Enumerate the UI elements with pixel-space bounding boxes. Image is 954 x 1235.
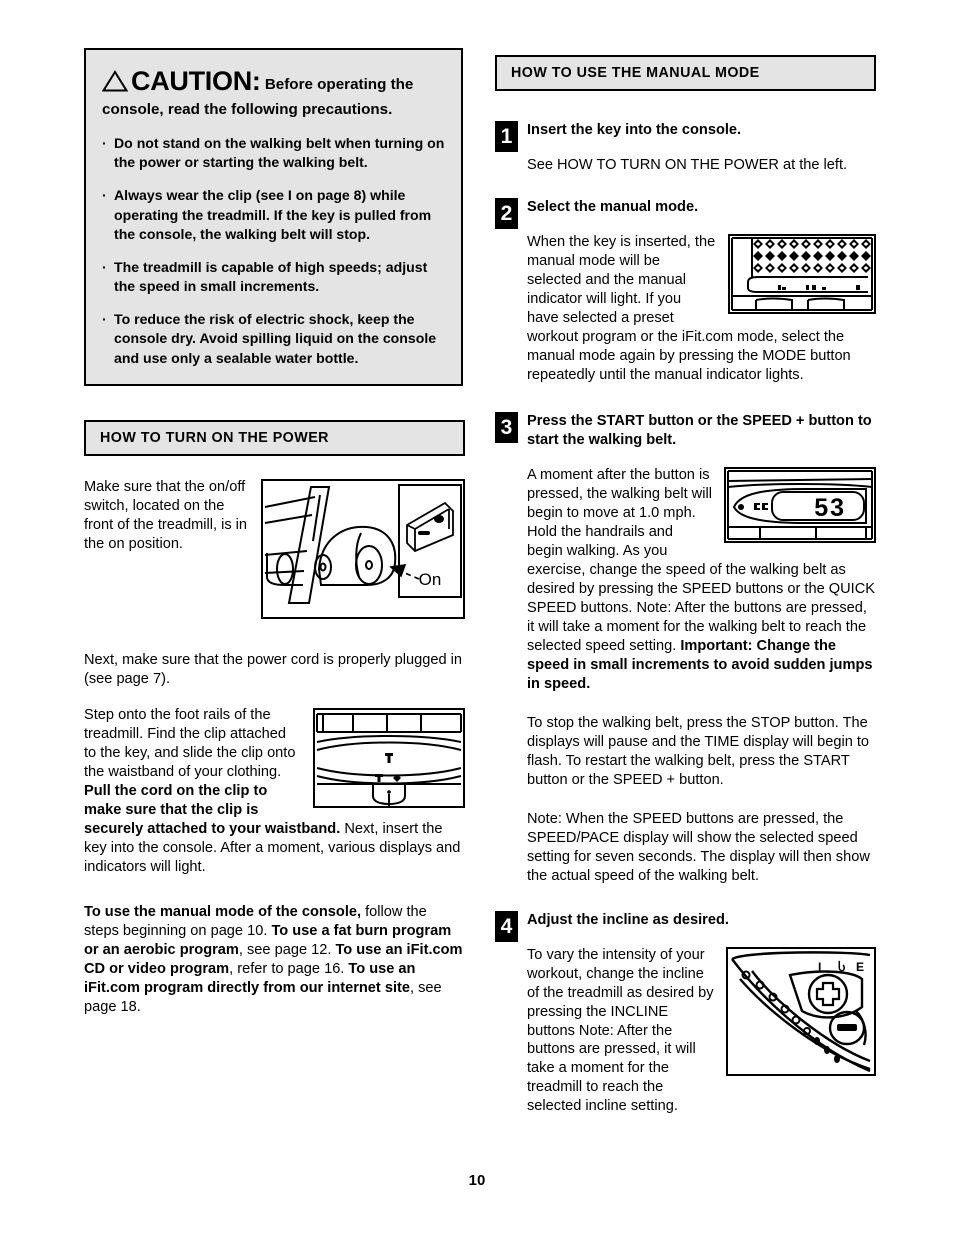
- caution-item-text: To reduce the risk of electric shock, ke…: [114, 311, 437, 366]
- bullet-icon: ·: [102, 187, 107, 204]
- power-p4-norm-3: , refer to page 16.: [229, 960, 349, 977]
- caution-item-text: Do not stand on the walking belt when tu…: [114, 135, 445, 171]
- caution-item-text: Always wear the clip (see I on page 8) w…: [114, 187, 432, 242]
- caution-word: CAUTION: [131, 66, 252, 96]
- page-number: 10: [468, 1172, 486, 1189]
- clip-and-key-illustration: [313, 707, 465, 808]
- step-number-badge: 1: [495, 121, 518, 152]
- caution-item: · Always wear the clip (see I on page 8) …: [102, 186, 445, 243]
- caution-list: · Do not stand on the walking belt when t…: [102, 134, 445, 368]
- bullet-icon: ·: [102, 258, 107, 275]
- step-4-title: Adjust the incline as desired.: [527, 911, 729, 928]
- power-paragraph-2: Next, make sure that the power cord is p…: [84, 652, 463, 687]
- power-p3-part-a: Step onto the foot rails of the treadmil…: [84, 706, 296, 780]
- caution-heading: CAUTION: Before operating the console, r…: [101, 64, 445, 120]
- step-number-badge: 2: [495, 198, 518, 230]
- console-matrix-display-illustration: [728, 234, 876, 315]
- bullet-icon: ·: [102, 311, 107, 328]
- treadmill-power-switch-illustration: On: [261, 479, 465, 619]
- caution-item: · The treadmill is capable of high speeds…: [102, 258, 445, 296]
- warning-triangle-icon: [101, 70, 129, 98]
- incline-label-1: I: [818, 960, 821, 974]
- speed-display-illustration: 53: [724, 467, 876, 544]
- step-number-badge: 4: [495, 910, 518, 942]
- power-p4-norm-2: , see page 12.: [238, 941, 336, 958]
- manual-page: CAUTION: Before operating the console, r…: [0, 0, 954, 1235]
- incline-label-3: E: [856, 960, 864, 974]
- step-3-title: Press the START button or the SPEED + bu…: [527, 412, 872, 449]
- power-section: HOW TO TURN ON THE POWER On Make sure th…: [84, 420, 465, 1016]
- step-1-body: See HOW TO TURN ON THE POWER at the left…: [527, 157, 848, 174]
- bullet-icon: ·: [102, 135, 107, 152]
- power-p4-bold-1: To use the manual mode of the console,: [84, 903, 362, 920]
- speed-display-value: 53: [814, 494, 846, 522]
- caution-item: · To reduce the risk of electric shock, k…: [102, 310, 445, 367]
- section-header-manual-mode: HOW TO USE THE MANUAL MODE: [495, 55, 876, 91]
- incline-buttons-illustration: I Ⴑ E: [726, 946, 876, 1076]
- caution-item: · Do not stand on the walking belt when t…: [102, 134, 445, 172]
- caution-item-text: The treadmill is capable of high speeds;…: [114, 258, 428, 295]
- step-4: 4 Adjust the incline as desired. I Ⴑ E T…: [495, 910, 876, 1117]
- step-2: 2 Select the manual mode. When the key i…: [495, 198, 876, 385]
- step-3-body-d: Note: When the SPEED buttons are pressed…: [527, 810, 870, 884]
- step-3-body-c: To stop the walking belt, press the STOP…: [527, 714, 870, 788]
- caution-box: CAUTION: Before operating the console, r…: [84, 48, 463, 386]
- step-3: 3 Press the START button or the SPEED + …: [495, 411, 876, 886]
- incline-label-2: Ⴑ: [838, 960, 846, 974]
- manual-mode-section: HOW TO USE THE MANUAL MODE 1 Insert the …: [495, 55, 876, 1116]
- power-paragraph-4: To use the manual mode of the console, f…: [84, 903, 465, 1017]
- caution-colon: :: [251, 66, 261, 96]
- step-1: 1 Insert the key into the console. See H…: [495, 121, 876, 175]
- step-2-title: Select the manual mode.: [527, 199, 699, 216]
- power-p3-part-b: Pull the cord on the clip to make sure t…: [84, 782, 341, 837]
- section-header-power: HOW TO TURN ON THE POWER: [84, 420, 465, 456]
- switch-on-label: On: [419, 570, 442, 589]
- step-number-badge: 3: [495, 411, 518, 443]
- step-1-title: Insert the key into the console.: [527, 122, 742, 138]
